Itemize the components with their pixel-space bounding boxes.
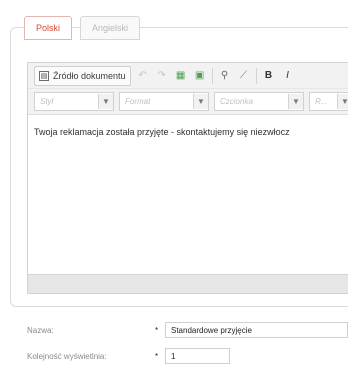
name-label: Nazwa: — [27, 325, 54, 335]
source-document-label: Źródło dokumentu — [53, 70, 126, 81]
format-select[interactable]: Format ▼ — [119, 92, 209, 111]
size-select[interactable]: R... ▼ — [309, 92, 348, 111]
required-marker: * — [155, 325, 159, 335]
language-tabs: Polski Angielski — [24, 16, 141, 40]
format-select-label: Format — [125, 97, 151, 106]
undo-icon[interactable]: ↶ — [136, 69, 150, 83]
toolbar-row-1: ▤ Źródło dokumentu ↶ ↷ ▦ ▣ ⚲ ⟋ B I — [28, 63, 348, 88]
size-select-label: R... — [315, 97, 328, 106]
font-select-label: Czcionka — [220, 97, 253, 106]
paste-icon[interactable]: ▣ — [193, 69, 207, 83]
toolbar-row-2: Styl ▼ Format ▼ Czcionka ▼ R... ▼ — [28, 88, 348, 114]
source-icon: ▤ — [39, 70, 49, 81]
source-document-button[interactable]: ▤ Źródło dokumentu — [34, 65, 131, 86]
find-icon[interactable]: ⚲ — [218, 69, 232, 83]
style-select-label: Styl — [40, 97, 54, 106]
copy-icon[interactable]: ▦ — [174, 69, 188, 83]
editor-toolbar: ▤ Źródło dokumentu ↶ ↷ ▦ ▣ ⚲ ⟋ B I Styl … — [28, 63, 348, 115]
editor-content[interactable]: Twoja reklamacja została przyjęte - skon… — [28, 116, 348, 234]
order-input[interactable]: 1 — [165, 348, 230, 364]
required-marker: * — [155, 351, 159, 361]
name-row: Nazwa: * Standardowe przyjęcie — [27, 322, 348, 338]
chevron-down-icon: ▼ — [288, 94, 303, 109]
editor-statusbar — [28, 274, 348, 293]
font-select[interactable]: Czcionka ▼ — [214, 92, 304, 111]
chevron-down-icon: ▼ — [98, 94, 113, 109]
order-row: Kolejność wyświetlnia: * 1 — [27, 348, 230, 364]
toolbar-separator — [211, 67, 213, 84]
toolbar-separator — [255, 67, 257, 84]
style-select[interactable]: Styl ▼ — [34, 92, 114, 111]
tab-polski[interactable]: Polski — [24, 16, 73, 40]
bold-icon[interactable]: B — [262, 69, 276, 83]
redo-icon[interactable]: ↷ — [155, 69, 169, 83]
tab-angielski[interactable]: Angielski — [80, 16, 141, 40]
rich-text-editor: ▤ Źródło dokumentu ↶ ↷ ▦ ▣ ⚲ ⟋ B I Styl … — [27, 62, 348, 294]
eraser-icon[interactable]: ⟋ — [237, 69, 251, 83]
order-label: Kolejność wyświetlnia: — [27, 351, 107, 361]
chevron-down-icon: ▼ — [193, 94, 208, 109]
italic-icon[interactable]: I — [281, 69, 295, 83]
chevron-down-icon: ▼ — [337, 94, 348, 109]
name-input[interactable]: Standardowe przyjęcie — [165, 322, 348, 338]
